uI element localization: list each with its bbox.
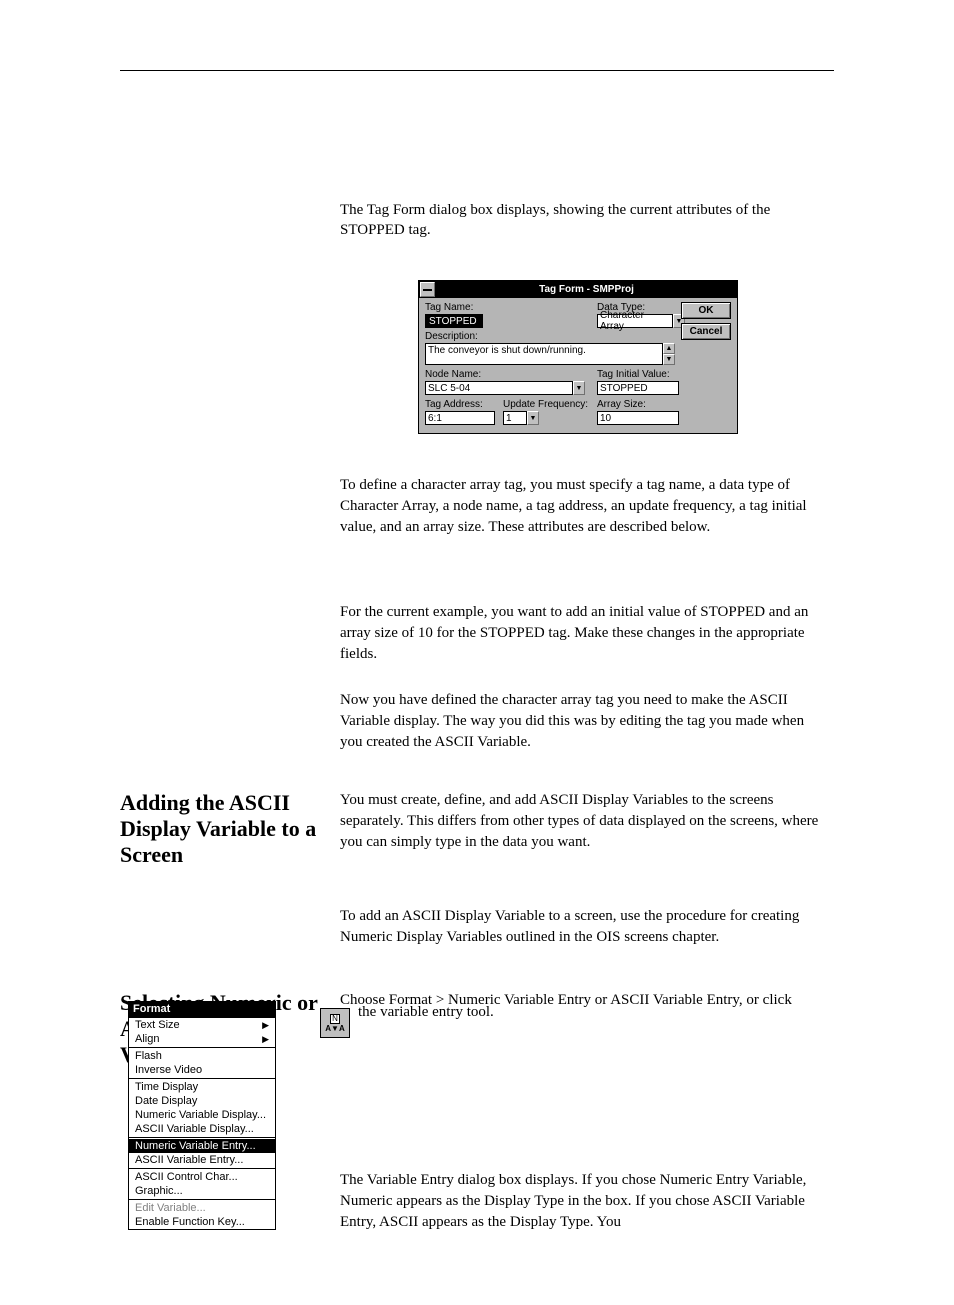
menu-separator — [129, 1047, 275, 1048]
data-type-select[interactable]: Character Array — [597, 314, 673, 328]
system-menu-icon[interactable] — [420, 282, 435, 297]
menu-separator — [129, 1137, 275, 1138]
icon-bottom-glyph: A▼A — [325, 1025, 344, 1033]
initial-value-label: Tag Initial Value: — [597, 369, 731, 380]
menu-separator — [129, 1168, 275, 1169]
menu-separator — [129, 1078, 275, 1079]
intro-para-4: Now you have defined the character array… — [340, 690, 830, 753]
intro-para-3: For the current example, you want to add… — [340, 602, 830, 665]
tag-name-input[interactable]: STOPPED — [425, 314, 483, 328]
tag-form-dialog: Tag Form - SMPProj OK Cancel Tag Name: S… — [418, 280, 738, 434]
adding-para-2: To add an ASCII Display Variable to a sc… — [340, 906, 830, 948]
menu-item[interactable]: Enable Function Key... — [129, 1215, 275, 1229]
icon-top-glyph: N — [330, 1014, 340, 1024]
menu-item[interactable]: ASCII Control Char... — [129, 1170, 275, 1184]
tag-name-label: Tag Name: — [425, 302, 597, 313]
scroll-up-icon[interactable]: ▲ — [663, 343, 675, 354]
selecting-para-3: The Variable Entry dialog box displays. … — [340, 1170, 825, 1233]
tag-address-input[interactable]: 6:1 — [425, 411, 495, 425]
variable-entry-tool-icon[interactable]: N A▼A — [320, 1008, 350, 1038]
selecting-tool-caption: the variable entry tool. — [358, 1004, 828, 1021]
dialog-titlebar: Tag Form - SMPProj — [419, 281, 737, 298]
intro-para-2: To define a character array tag, you mus… — [340, 475, 830, 538]
node-name-label: Node Name: — [425, 369, 597, 380]
format-menu: Format Text Size▶Align▶ FlashInverse Vide… — [128, 1001, 276, 1230]
heading-adding: Adding the ASCII Display Variable to a S… — [120, 790, 330, 868]
menu-item[interactable]: Align▶ — [129, 1032, 275, 1046]
update-frequency-label: Update Frequency: — [503, 399, 588, 410]
dropdown-icon[interactable]: ▼ — [573, 381, 585, 395]
dropdown-icon[interactable]: ▼ — [527, 411, 539, 425]
submenu-arrow-icon: ▶ — [262, 1020, 269, 1031]
menu-separator — [129, 1199, 275, 1200]
menu-item[interactable]: Inverse Video — [129, 1063, 275, 1077]
node-name-select[interactable]: SLC 5-04 — [425, 381, 573, 395]
menu-item[interactable]: ASCII Variable Display... — [129, 1122, 275, 1136]
menu-item[interactable]: Graphic... — [129, 1184, 275, 1198]
adding-para-1: You must create, define, and add ASCII D… — [340, 790, 830, 853]
menu-item[interactable]: Date Display — [129, 1094, 275, 1108]
ok-button[interactable]: OK — [681, 302, 731, 319]
description-input[interactable]: The conveyor is shut down/running. — [425, 343, 663, 365]
array-size-label: Array Size: — [597, 399, 731, 410]
menu-item[interactable]: Time Display — [129, 1080, 275, 1094]
update-frequency-select[interactable]: 1 — [503, 411, 527, 425]
dialog-title: Tag Form - SMPProj — [436, 284, 737, 295]
array-size-input[interactable]: 10 — [597, 411, 679, 425]
initial-value-input[interactable]: STOPPED — [597, 381, 679, 395]
tag-address-label: Tag Address: — [425, 399, 495, 410]
menu-item[interactable]: Text Size▶ — [129, 1018, 275, 1032]
menu-title: Format — [129, 1002, 275, 1018]
intro-para-1: The Tag Form dialog box displays, showin… — [340, 200, 810, 241]
menu-item[interactable]: Flash — [129, 1049, 275, 1063]
menu-item[interactable]: Numeric Variable Display... — [129, 1108, 275, 1122]
page-rule — [120, 70, 834, 71]
cancel-button[interactable]: Cancel — [681, 323, 731, 340]
menu-item[interactable]: ASCII Variable Entry... — [129, 1153, 275, 1167]
submenu-arrow-icon: ▶ — [262, 1034, 269, 1045]
menu-item[interactable]: Numeric Variable Entry... — [129, 1139, 275, 1153]
menu-item: Edit Variable... — [129, 1201, 275, 1215]
scroll-down-icon[interactable]: ▼ — [663, 354, 675, 365]
